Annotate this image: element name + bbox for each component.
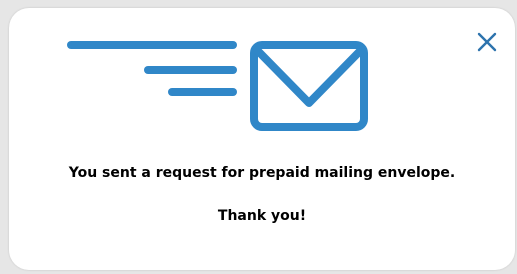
confirmation-dialog: You sent a request for prepaid mailing e… — [9, 8, 515, 270]
envelope-flap — [253, 46, 365, 107]
thank-you-text: Thank you! — [217, 208, 307, 224]
close-icon[interactable] — [473, 28, 501, 56]
confirmation-message: You sent a request for prepaid mailing e… — [68, 165, 456, 181]
envelope-sent-icon — [67, 41, 368, 131]
envelope-body — [250, 41, 368, 131]
